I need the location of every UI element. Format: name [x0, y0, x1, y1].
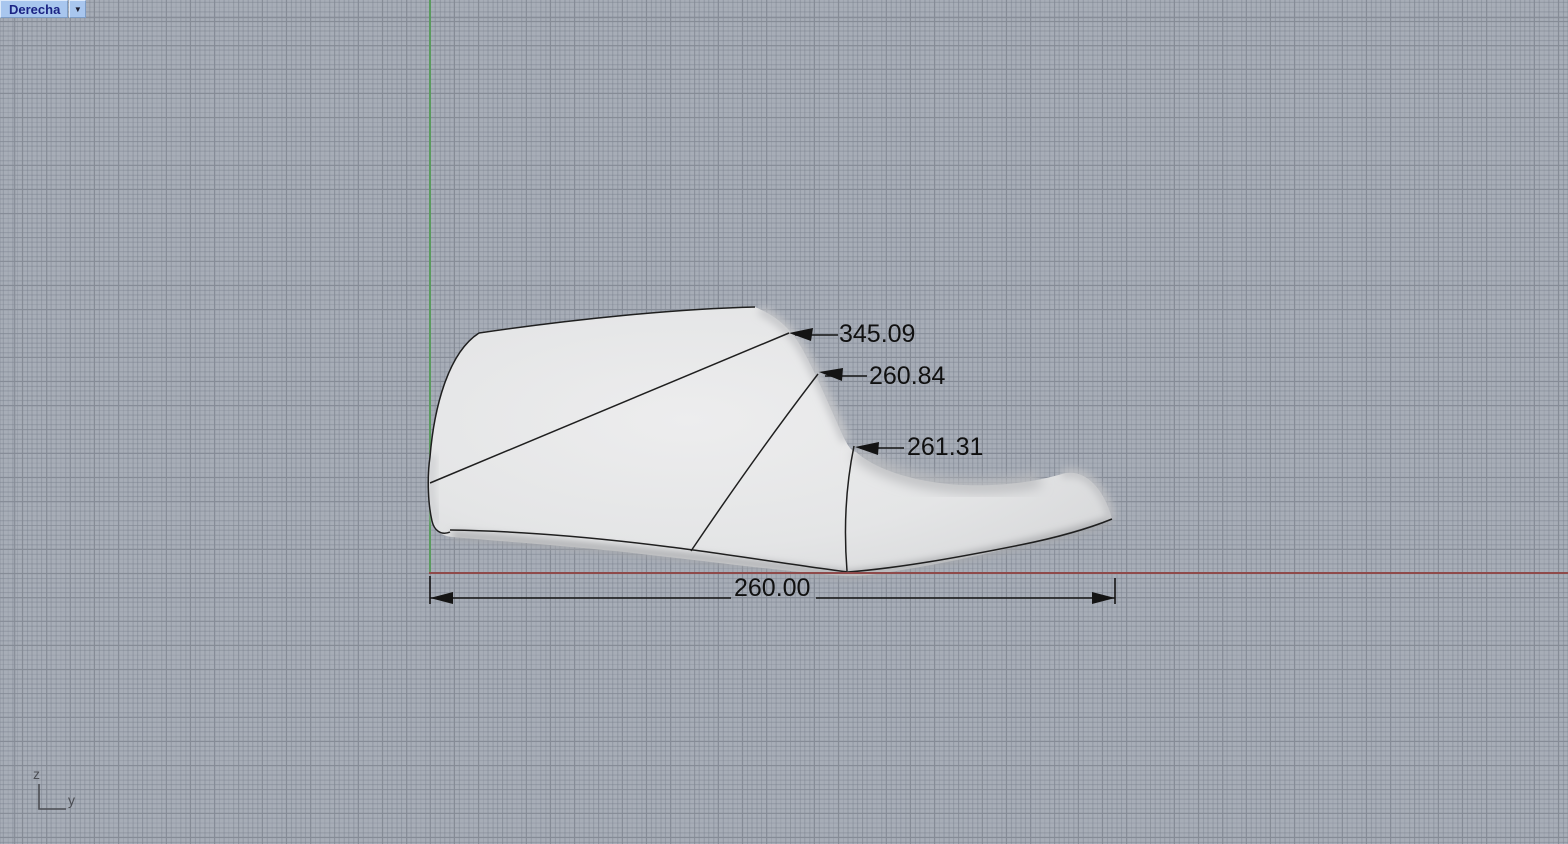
- dimension-text-260[interactable]: 260.00: [734, 575, 810, 601]
- leader-text-260-84[interactable]: 260.84: [869, 363, 945, 389]
- axis-gizmo: [39, 784, 66, 809]
- gizmo-z-label: z: [33, 766, 40, 782]
- gizmo-y-label: y: [68, 792, 75, 808]
- viewport-title-menu-button[interactable]: ▼: [69, 0, 86, 18]
- shoe-last-model[interactable]: [428, 307, 1112, 576]
- viewport-title[interactable]: Derecha ▼: [0, 0, 86, 18]
- viewport-title-label[interactable]: Derecha: [0, 0, 68, 18]
- leader-text-345[interactable]: 345.09: [839, 321, 915, 347]
- viewport-canvas[interactable]: [0, 0, 1568, 844]
- leader-text-261-31[interactable]: 261.31: [907, 434, 983, 460]
- chevron-down-icon: ▼: [74, 5, 82, 14]
- cad-viewport[interactable]: 345.09 260.84 261.31 260.00 Derecha ▼ z …: [0, 0, 1568, 844]
